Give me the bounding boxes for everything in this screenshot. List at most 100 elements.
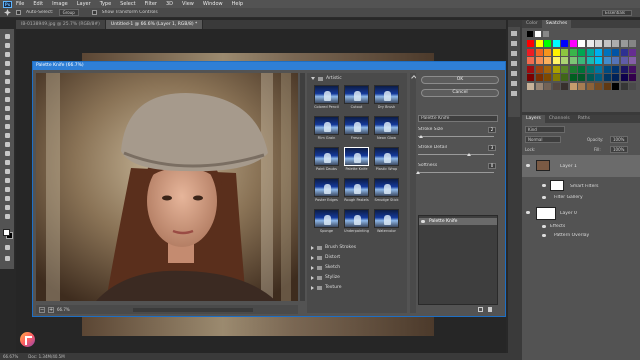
layer-row-filter-gallery[interactable]: Filter Gallery xyxy=(522,194,640,202)
eye-icon[interactable] xyxy=(542,184,546,187)
lasso-tool-icon[interactable] xyxy=(3,51,12,58)
color-swatch[interactable] xyxy=(578,74,585,81)
group-dropdown[interactable]: Group xyxy=(58,9,79,16)
zoom-out-button[interactable]: − xyxy=(39,306,45,313)
screen-mode-icon[interactable] xyxy=(3,255,12,262)
photoshop-logo[interactable]: Ps xyxy=(3,0,12,8)
layer-name[interactable]: Pattern Overlay xyxy=(554,233,589,238)
color-swatch[interactable] xyxy=(586,48,594,56)
filter-thumb-neon-glow[interactable]: Neon Glow xyxy=(373,116,400,145)
softness-knob[interactable] xyxy=(416,171,420,174)
color-swatch[interactable] xyxy=(629,48,636,56)
color-swatch[interactable] xyxy=(552,65,560,73)
menu-layer[interactable]: Layer xyxy=(77,1,91,7)
color-swatch[interactable] xyxy=(552,82,560,90)
brush-tool-icon[interactable] xyxy=(3,96,12,103)
tab-channels[interactable]: Channels xyxy=(545,115,574,123)
category-brush-strokes[interactable]: Brush Strokes xyxy=(311,245,356,250)
tab-document-2[interactable]: Untitled-1 @ 66.6% (Layer 1, RGB/8) * xyxy=(105,20,204,29)
layer-row-layer-1[interactable]: Layer 1 xyxy=(522,155,640,177)
color-swatch[interactable] xyxy=(595,48,602,56)
menu-help[interactable]: Help xyxy=(232,1,243,7)
color-swatch[interactable] xyxy=(569,57,577,64)
clone-stamp-tool-icon[interactable] xyxy=(3,105,12,112)
menu-window[interactable]: Window xyxy=(203,1,223,7)
tab-document-1[interactable]: IB-0138949.jpg @ 25.7% (RGB/8#) xyxy=(16,20,106,29)
color-swatch[interactable] xyxy=(569,40,577,47)
color-swatch[interactable] xyxy=(561,57,568,64)
color-swatch[interactable] xyxy=(561,74,568,81)
tab-color[interactable]: Color xyxy=(522,20,542,28)
color-swatch[interactable] xyxy=(595,65,602,73)
layer-row-layer-0[interactable]: Layer 0 xyxy=(522,203,640,223)
color-swatch[interactable] xyxy=(544,82,551,90)
color-swatch[interactable] xyxy=(620,74,628,81)
color-swatch[interactable] xyxy=(603,74,611,81)
layer-name[interactable]: Smart Filters xyxy=(570,184,599,189)
cancel-button[interactable]: Cancel xyxy=(421,89,499,97)
color-swatch[interactable] xyxy=(620,40,628,47)
color-swatch[interactable] xyxy=(578,65,585,73)
zoom-tool-icon[interactable] xyxy=(3,204,12,211)
show-transform-checkbox[interactable] xyxy=(91,10,97,15)
color-swatch[interactable] xyxy=(569,48,577,56)
category-distort[interactable]: Distort xyxy=(311,255,340,260)
foreground-color-swatch[interactable] xyxy=(3,229,10,236)
auto-select-checkbox[interactable] xyxy=(16,10,21,15)
color-swatch[interactable] xyxy=(595,82,602,90)
tab-paths[interactable]: Paths xyxy=(574,115,594,123)
category-artistic[interactable]: Artistic xyxy=(311,76,342,81)
filter-thumb-smudge-stick[interactable]: Smudge Stick xyxy=(373,178,400,207)
status-zoom[interactable]: 66.67% xyxy=(3,354,18,359)
menu-type[interactable]: Type xyxy=(100,1,111,7)
menu-3d[interactable]: 3D xyxy=(166,1,173,7)
color-swatch[interactable] xyxy=(561,48,568,56)
eraser-tool-icon[interactable] xyxy=(3,123,12,130)
color-swatch[interactable] xyxy=(612,57,619,64)
layer-name[interactable]: Filter Gallery xyxy=(554,195,583,200)
swatch-grid[interactable] xyxy=(527,40,639,108)
color-swatch[interactable] xyxy=(544,57,551,64)
blend-mode-dropdown[interactable]: Normal xyxy=(525,136,561,143)
new-effect-layer-icon[interactable] xyxy=(478,307,483,312)
color-swatch[interactable] xyxy=(586,65,594,73)
menu-view[interactable]: View xyxy=(182,1,194,7)
color-swatch[interactable] xyxy=(552,40,560,47)
color-swatch[interactable] xyxy=(527,48,534,56)
more-tools-icon[interactable] xyxy=(3,213,12,220)
color-swatch[interactable] xyxy=(544,65,551,73)
color-swatch[interactable] xyxy=(578,40,585,47)
eye-icon[interactable] xyxy=(526,211,530,214)
menu-image[interactable]: Image xyxy=(52,1,68,7)
color-swatch[interactable] xyxy=(535,48,543,56)
eyedropper-tool-icon[interactable] xyxy=(3,78,12,85)
healing-tool-icon[interactable] xyxy=(3,87,12,94)
filter-thumb-paint-daubs[interactable]: Paint Daubs xyxy=(313,147,340,176)
color-swatch[interactable] xyxy=(527,82,534,90)
color-swatch[interactable] xyxy=(569,82,577,90)
eye-icon[interactable] xyxy=(542,196,546,199)
color-swatch[interactable] xyxy=(629,65,636,73)
hand-tool-icon[interactable] xyxy=(3,195,12,202)
color-swatch[interactable] xyxy=(612,48,619,56)
color-swatch[interactable] xyxy=(629,82,636,90)
color-swatch[interactable] xyxy=(578,82,585,90)
color-swatch[interactable] xyxy=(603,48,611,56)
stroke-detail-slider[interactable] xyxy=(418,154,494,155)
color-swatch[interactable] xyxy=(603,65,611,73)
color-swatch[interactable] xyxy=(578,57,585,64)
color-swatch[interactable] xyxy=(586,40,594,47)
filter-thumb-palette-knife[interactable]: Palette Knife xyxy=(343,147,370,176)
layer-row-smart-filters[interactable]: Smart Filters xyxy=(522,179,640,193)
color-swatch[interactable] xyxy=(620,82,628,90)
color-swatch[interactable] xyxy=(561,40,568,47)
dodge-tool-icon[interactable] xyxy=(3,150,12,157)
color-swatch[interactable] xyxy=(629,57,636,64)
kind-filter-dropdown[interactable]: Kind xyxy=(525,126,565,133)
filter-thumb-cutout[interactable]: Cutout xyxy=(343,85,370,114)
type-tool-icon[interactable] xyxy=(3,168,12,175)
zoom-in-button[interactable]: + xyxy=(48,306,54,313)
color-swatch[interactable] xyxy=(586,82,594,90)
stroke-detail-value[interactable]: 3 xyxy=(488,145,496,151)
softness-value[interactable]: 0 xyxy=(488,163,496,169)
